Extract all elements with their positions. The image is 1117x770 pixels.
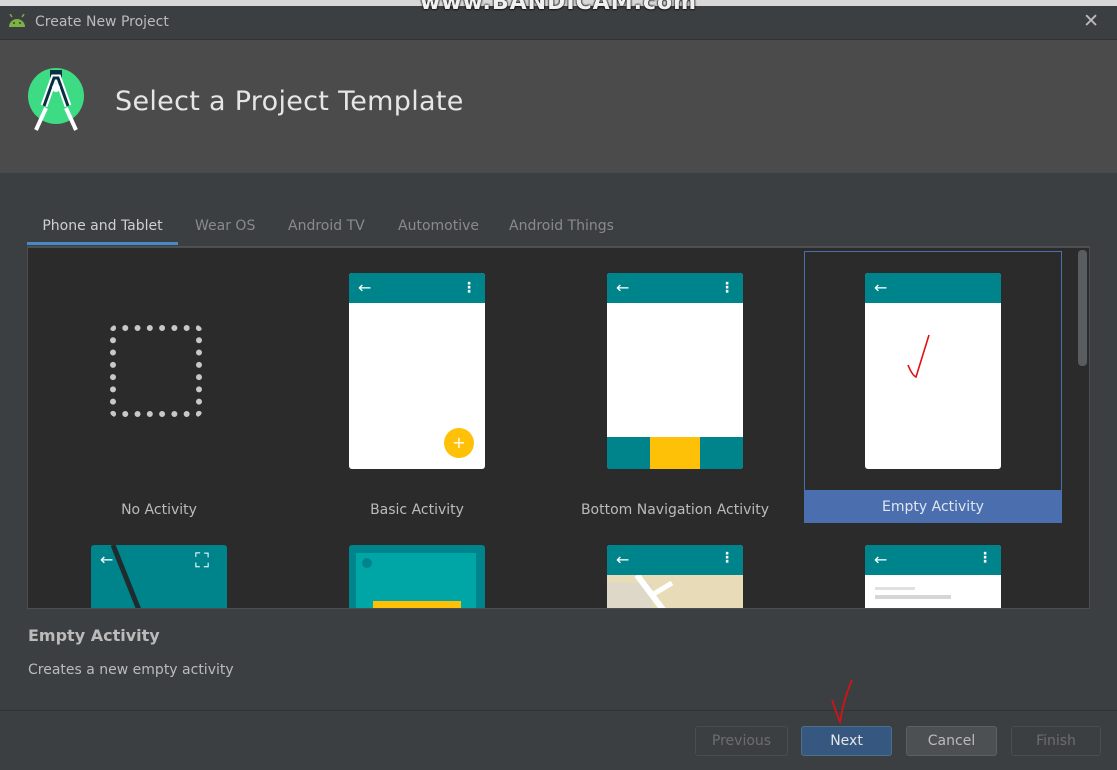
android-studio-logo-icon (28, 68, 84, 131)
app-bar: ← ⋮ (607, 545, 743, 575)
app-bar: ← ⋮ (349, 273, 485, 303)
template-card-basic-activity[interactable]: ← ⋮ + Basic Activity (288, 252, 546, 524)
app-bar: ← ⋮ (607, 273, 743, 303)
page-title: Select a Project Template (115, 86, 464, 117)
map-preview (607, 575, 743, 608)
back-arrow-icon: ← (874, 550, 888, 569)
no-activity-placeholder-icon (110, 325, 202, 417)
template-card-google-admob-ads-activity[interactable] (349, 545, 485, 608)
back-arrow-icon: ← (616, 550, 630, 569)
template-card-bottom-navigation-activity[interactable]: ← ⋮ Bottom Navigation Activity (546, 252, 804, 524)
title-bar: Create New Project ✕ (0, 6, 1117, 40)
app-bar: ← (865, 273, 1001, 303)
tab-wear-os[interactable]: Wear OS (195, 207, 255, 245)
template-card-primary-detail-flow[interactable]: ← ⋮ (865, 545, 1001, 608)
tab-android-things[interactable]: Android Things (509, 207, 614, 245)
list-line (875, 587, 915, 590)
overflow-menu-icon: ⋮ (462, 280, 476, 296)
template-label: Empty Activity (882, 499, 984, 515)
handwritten-check-mark (831, 679, 853, 725)
template-card-no-activity[interactable]: No Activity (30, 252, 288, 524)
ad-dot (362, 558, 372, 568)
phone-preview: ← ⋮ (607, 273, 743, 469)
android-icon (9, 14, 25, 27)
back-arrow-icon: ← (616, 278, 630, 297)
tab-phone-and-tablet[interactable]: Phone and Tablet (27, 207, 178, 245)
window-title: Create New Project (35, 14, 169, 30)
grid-scrollbar[interactable] (1078, 250, 1087, 366)
template-card-empty-activity[interactable]: ← Empty Activity (804, 251, 1062, 523)
close-icon[interactable]: ✕ (1083, 10, 1099, 32)
selected-template-title: Empty Activity (28, 626, 160, 645)
template-grid: No Activity ← ⋮ + Basic Activity ← ⋮ Bot… (27, 247, 1090, 609)
finish-button[interactable]: Finish (1011, 726, 1101, 756)
template-label: Basic Activity (370, 502, 464, 518)
back-arrow-icon: ← (358, 278, 372, 297)
template-card-google-maps-activity[interactable]: ← ⋮ (607, 545, 743, 608)
footer-divider (0, 710, 1117, 711)
tab-android-tv[interactable]: Android TV (288, 207, 365, 245)
back-arrow-icon: ← (100, 550, 114, 569)
next-button[interactable]: Next (801, 726, 892, 756)
fab-icon: + (444, 428, 474, 458)
bottom-navigation-selected-item (650, 437, 700, 469)
tab-automotive[interactable]: Automotive (398, 207, 479, 245)
template-label: Bottom Navigation Activity (580, 502, 770, 518)
cancel-button[interactable]: Cancel (906, 726, 997, 756)
wizard-header: Select a Project Template (0, 40, 1117, 173)
overflow-menu-icon: ⋮ (720, 280, 734, 296)
fullscreen-icon: ⛶ (195, 548, 209, 572)
ad-banner (373, 601, 461, 608)
template-label: No Activity (121, 502, 197, 518)
bottom-navigation-bar (607, 437, 743, 469)
list-line (875, 595, 951, 599)
back-arrow-icon: ← (874, 278, 888, 297)
template-card-fullscreen-activity[interactable]: ← ⛶ (91, 545, 227, 608)
previous-button[interactable]: Previous (695, 726, 788, 756)
phone-preview: ← (865, 273, 1001, 469)
phone-preview: ← ⋮ + (349, 273, 485, 469)
handwritten-check-mark (907, 334, 930, 379)
overflow-menu-icon: ⋮ (720, 550, 734, 566)
app-bar: ← ⋮ (865, 545, 1001, 575)
overflow-menu-icon: ⋮ (978, 550, 992, 566)
selected-template-description: Creates a new empty activity (28, 662, 234, 678)
